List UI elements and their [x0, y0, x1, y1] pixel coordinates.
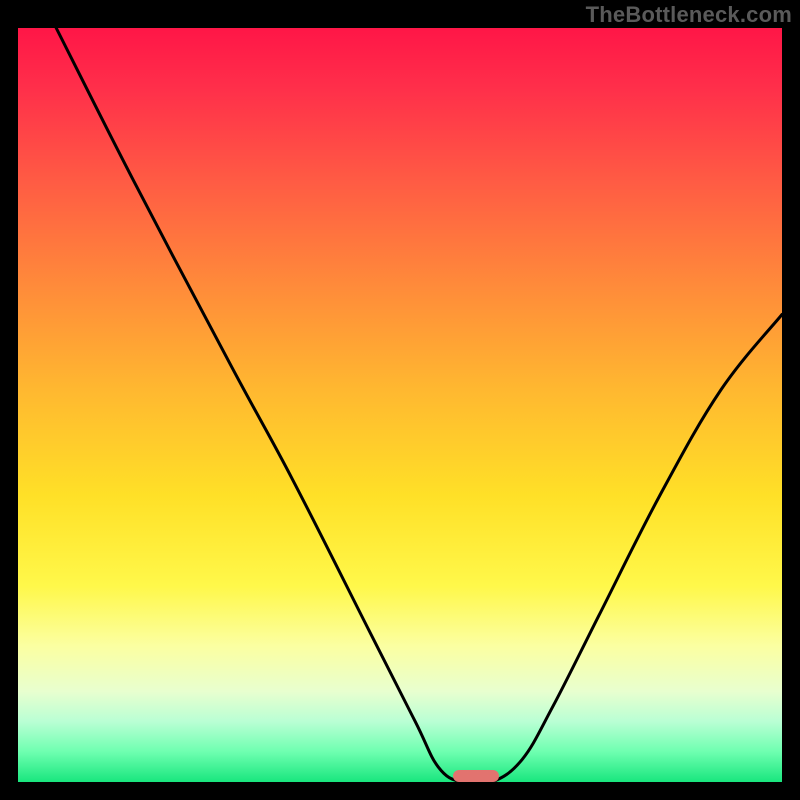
bottleneck-curve-svg — [18, 28, 782, 782]
bottleneck-curve-path — [56, 28, 782, 782]
plot-area — [18, 28, 782, 782]
chart-frame: TheBottleneck.com — [0, 0, 800, 800]
optimal-range-marker — [453, 770, 499, 782]
watermark-text: TheBottleneck.com — [586, 2, 792, 28]
